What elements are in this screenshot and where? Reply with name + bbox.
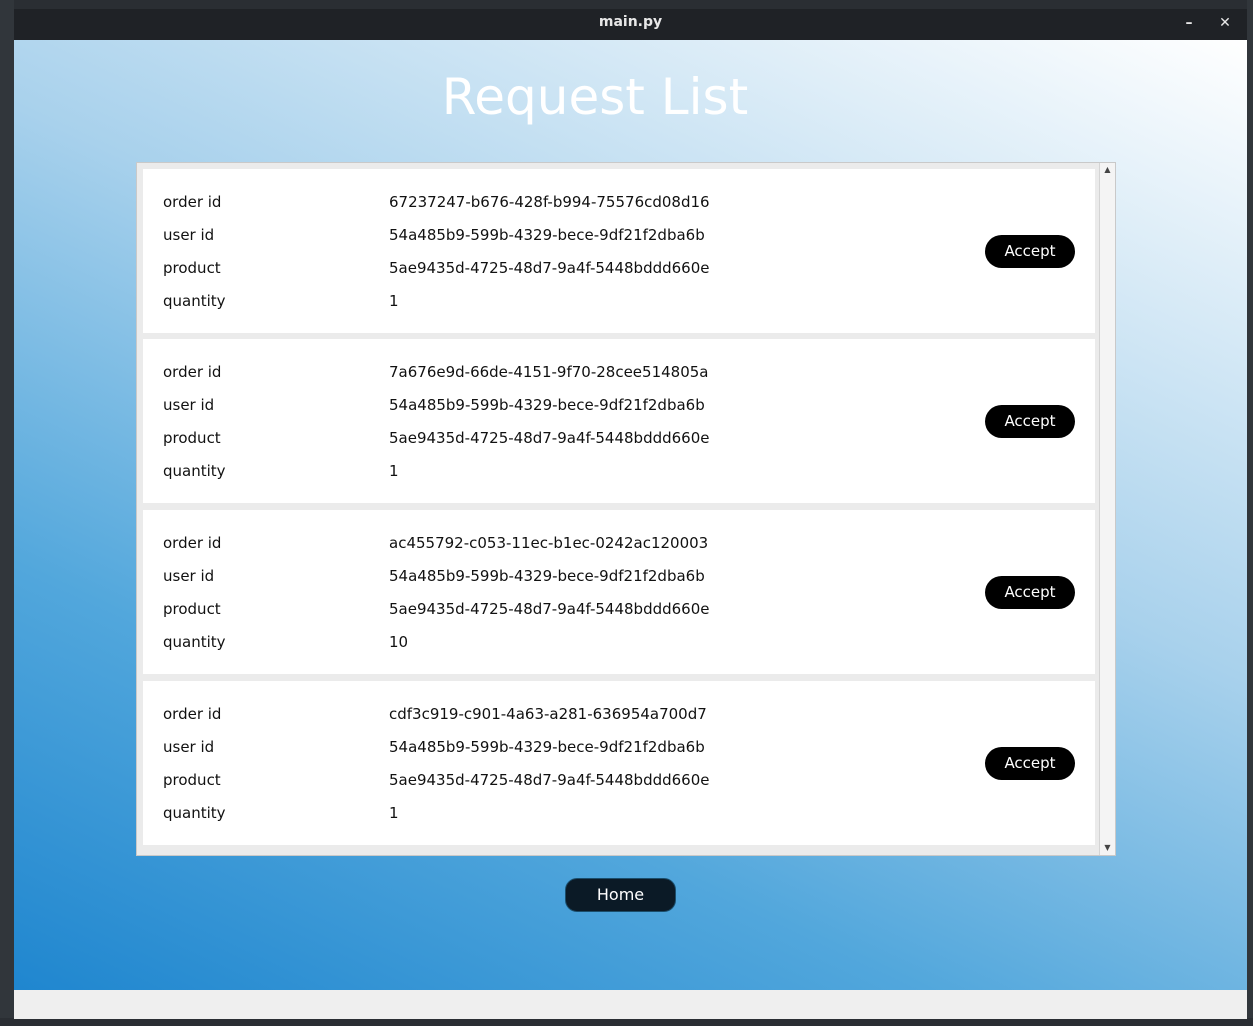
accept-button[interactable]: Accept: [985, 405, 1075, 438]
user-id-value: 54a485b9-599b-4329-bece-9df21f2dba6b: [389, 738, 705, 756]
request-card: order id 67237247-b676-428f-b994-75576cd…: [143, 169, 1095, 333]
user-id-label: user id: [163, 738, 215, 756]
user-id-label: user id: [163, 567, 215, 585]
order-id-value: 7a676e9d-66de-4151-9f70-28cee514805a: [389, 363, 709, 381]
product-value: 5ae9435d-4725-48d7-9a4f-5448bddd660e: [389, 429, 710, 447]
order-id-value: ac455792-c053-11ec-b1ec-0242ac120003: [389, 534, 709, 552]
user-id-value: 54a485b9-599b-4329-bece-9df21f2dba6b: [389, 396, 705, 414]
quantity-label: quantity: [163, 804, 226, 822]
quantity-value: 1: [389, 804, 399, 822]
request-card: order id cdf3c919-c901-4a63-a281-636954a…: [143, 681, 1095, 845]
product-label: product: [163, 771, 221, 789]
quantity-label: quantity: [163, 633, 226, 651]
app-window: main.py – ✕ Request List order id 672372…: [14, 9, 1247, 1019]
request-list: order id 67237247-b676-428f-b994-75576cd…: [136, 162, 1116, 856]
desktop-background-left: [0, 0, 14, 1026]
quantity-value: 1: [389, 462, 399, 480]
accept-button[interactable]: Accept: [985, 576, 1075, 609]
order-id-value: 67237247-b676-428f-b994-75576cd08d16: [389, 193, 710, 211]
user-id-label: user id: [163, 226, 215, 244]
request-card: order id 7a676e9d-66de-4151-9f70-28cee51…: [143, 339, 1095, 503]
desktop-background-right: [1247, 0, 1253, 1026]
order-id-label: order id: [163, 193, 222, 211]
scroll-up-arrow-icon[interactable]: ▲: [1100, 163, 1115, 177]
order-id-label: order id: [163, 363, 222, 381]
home-button[interactable]: Home: [565, 878, 676, 912]
quantity-label: quantity: [163, 462, 226, 480]
user-id-value: 54a485b9-599b-4329-bece-9df21f2dba6b: [389, 567, 705, 585]
order-id-label: order id: [163, 705, 222, 723]
scroll-track[interactable]: [1103, 179, 1112, 839]
scroll-down-arrow-icon[interactable]: ▼: [1100, 841, 1115, 855]
main-content: Request List order id 67237247-b676-428f…: [14, 40, 1247, 990]
vertical-scrollbar[interactable]: ▲ ▼: [1099, 163, 1115, 855]
user-id-value: 54a485b9-599b-4329-bece-9df21f2dba6b: [389, 226, 705, 244]
order-id-label: order id: [163, 534, 222, 552]
quantity-value: 10: [389, 633, 409, 651]
order-id-value: cdf3c919-c901-4a63-a281-636954a700d7: [389, 705, 707, 723]
product-label: product: [163, 600, 221, 618]
quantity-label: quantity: [163, 292, 226, 310]
product-label: product: [163, 259, 221, 277]
product-value: 5ae9435d-4725-48d7-9a4f-5448bddd660e: [389, 600, 710, 618]
status-bar: [14, 990, 1247, 1019]
product-value: 5ae9435d-4725-48d7-9a4f-5448bddd660e: [389, 771, 710, 789]
quantity-value: 1: [389, 292, 399, 310]
product-label: product: [163, 429, 221, 447]
accept-button[interactable]: Accept: [985, 747, 1075, 780]
user-id-label: user id: [163, 396, 215, 414]
request-card: order id ac455792-c053-11ec-b1ec-0242ac1…: [143, 510, 1095, 674]
desktop-background-bottom: [0, 1018, 1253, 1026]
close-icon[interactable]: ✕: [1213, 12, 1237, 34]
window-titlebar[interactable]: main.py – ✕: [14, 9, 1247, 40]
request-list-viewport: order id 67237247-b676-428f-b994-75576cd…: [137, 163, 1099, 855]
product-value: 5ae9435d-4725-48d7-9a4f-5448bddd660e: [389, 259, 710, 277]
accept-button[interactable]: Accept: [985, 235, 1075, 268]
window-title: main.py: [598, 14, 663, 30]
page-title: Request List: [441, 68, 749, 126]
minimize-icon[interactable]: –: [1177, 12, 1201, 34]
